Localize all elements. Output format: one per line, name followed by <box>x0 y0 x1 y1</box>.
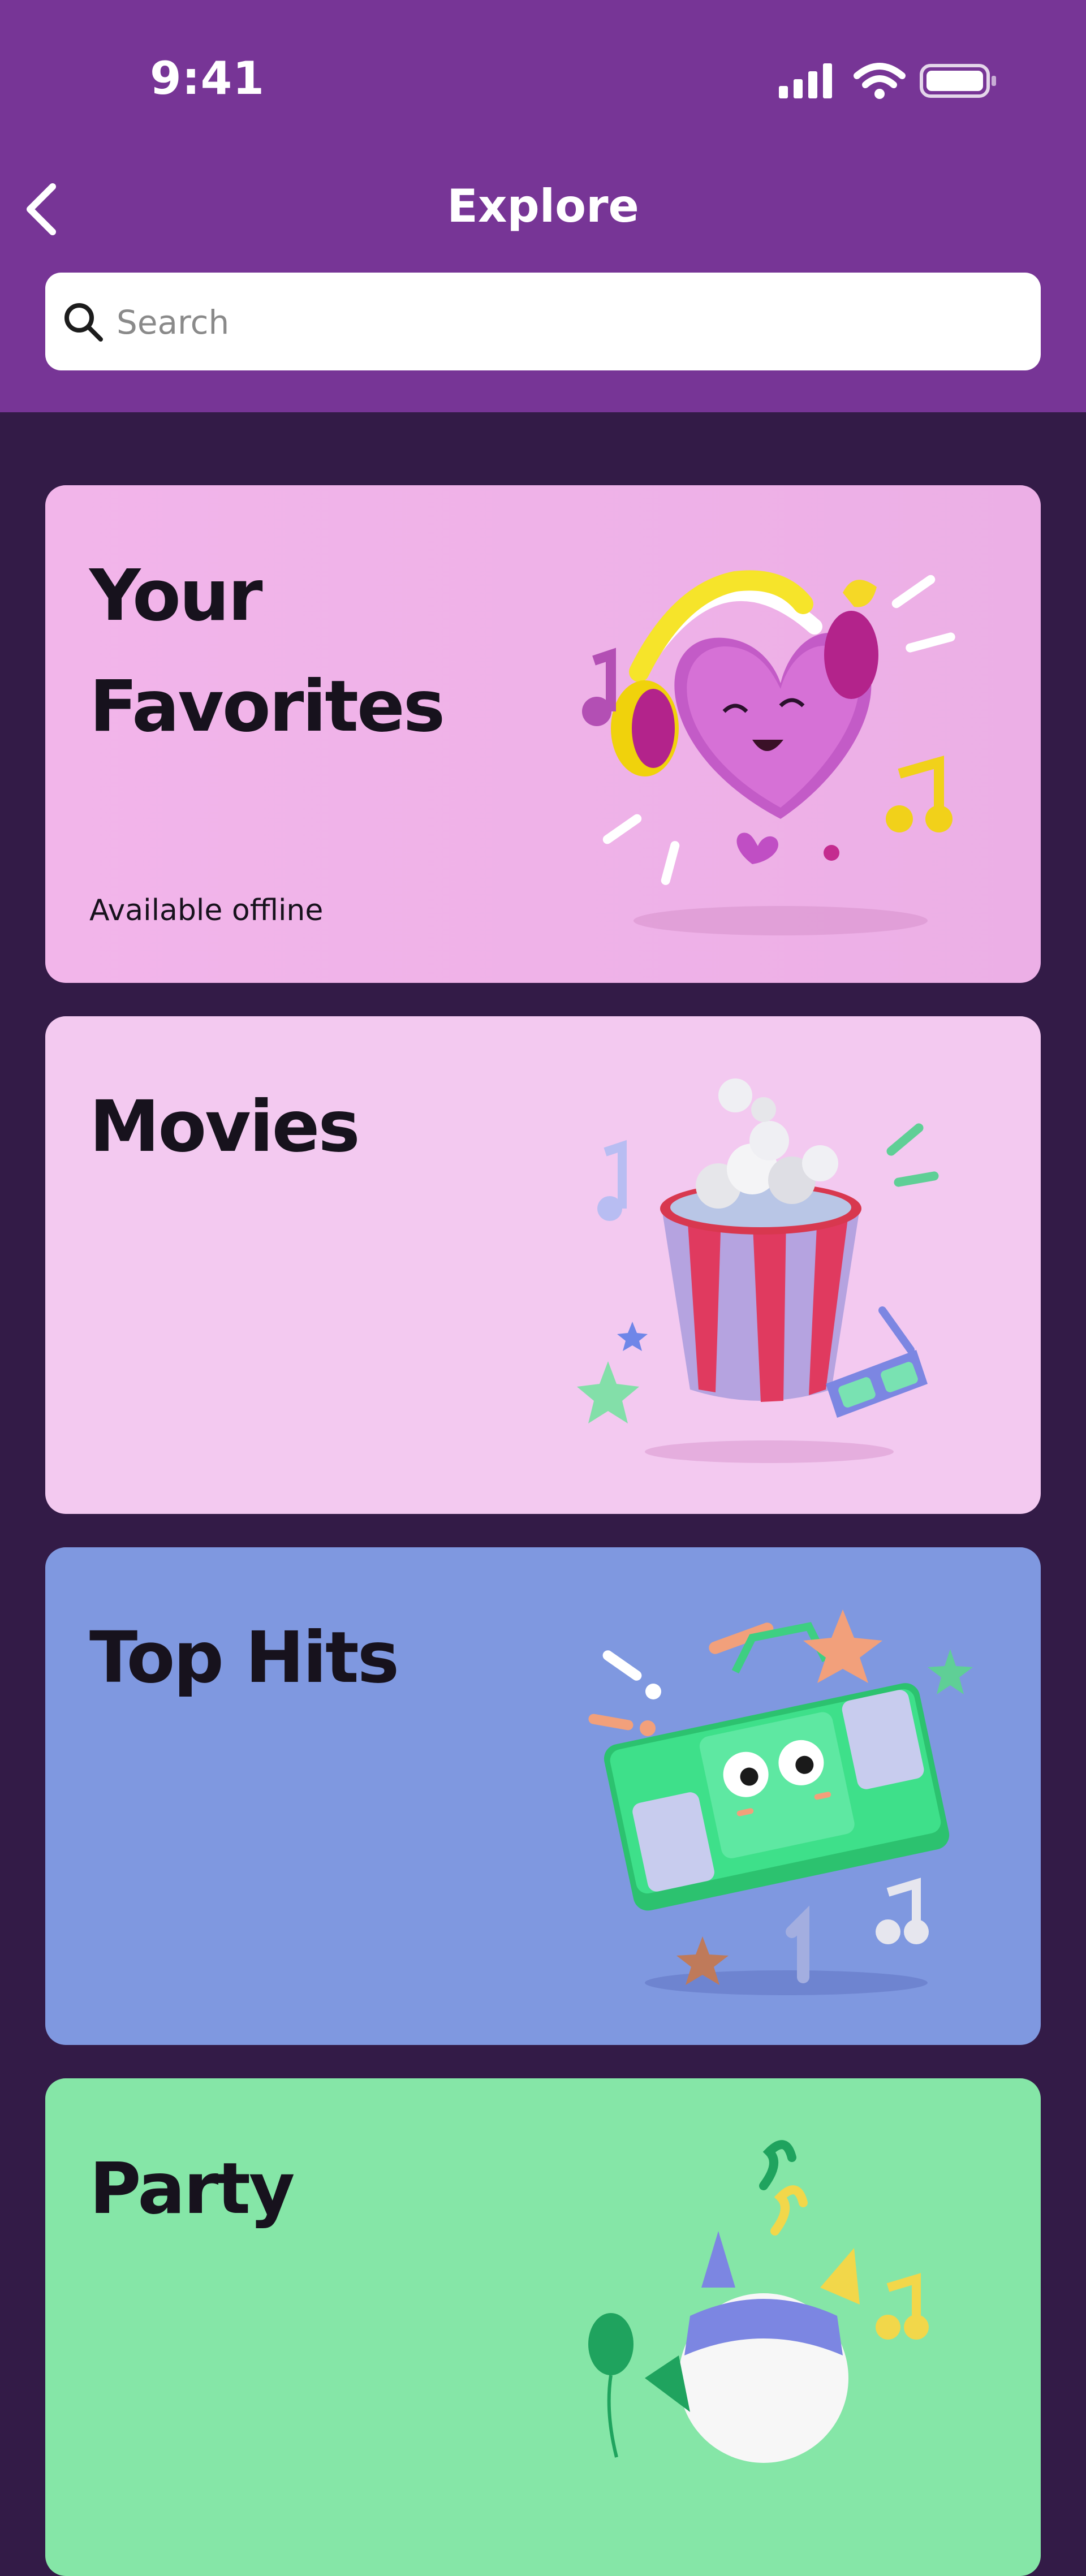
card-title: Party <box>89 2148 295 2230</box>
wifi-icon <box>854 63 906 99</box>
status-time: 9:41 <box>150 52 265 105</box>
heart-headphones-illustration <box>582 570 955 935</box>
card-your-favorites[interactable]: Your Favorites Available offline <box>45 485 1041 983</box>
card-title-line1: Your <box>89 555 263 637</box>
search-icon <box>64 303 103 342</box>
boombox-illustration <box>588 1610 973 1995</box>
signal-icon <box>779 63 832 98</box>
card-title: Your Favorites <box>89 541 598 762</box>
search-bar[interactable] <box>45 273 1041 370</box>
card-party[interactable]: Party <box>45 2078 1041 2576</box>
party-ball-illustration <box>588 2140 929 2463</box>
card-title: Movies <box>89 1086 360 1168</box>
popcorn-illustration <box>577 1078 939 1463</box>
card-movies[interactable]: Movies <box>45 1016 1041 1514</box>
battery-icon <box>920 64 996 98</box>
card-title-line2: Favorites <box>89 666 445 748</box>
card-subtitle: Available offline <box>89 894 324 927</box>
search-input[interactable] <box>115 295 1000 349</box>
header-bar: 9:41 Explore <box>0 0 1086 412</box>
card-title: Top Hits <box>89 1617 399 1699</box>
page-title: Explore <box>447 180 639 232</box>
card-top-hits[interactable]: Top Hits <box>45 1547 1041 2045</box>
